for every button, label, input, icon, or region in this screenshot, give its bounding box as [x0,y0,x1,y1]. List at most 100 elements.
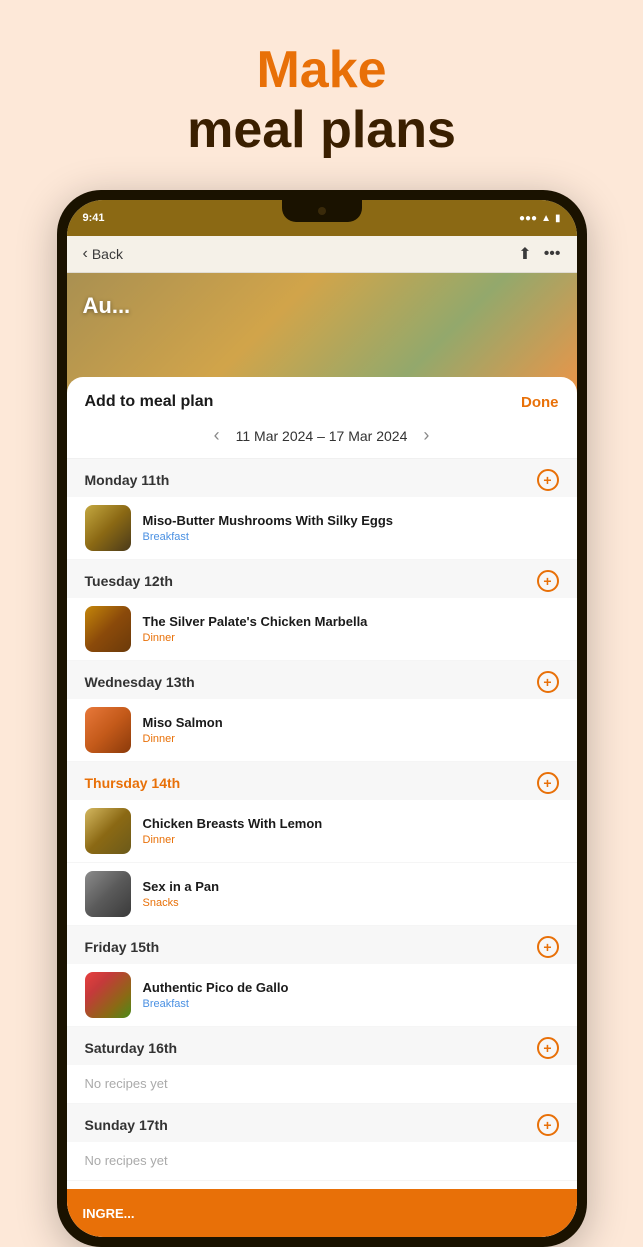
recipe-name: Miso-Butter Mushrooms With Silky Eggs [143,513,559,530]
more-icon[interactable]: ••• [544,245,561,263]
bg-recipe-image [67,273,577,393]
add-recipe-button[interactable]: + [537,936,559,958]
day-name: Sunday 17th [85,1117,168,1133]
recipe-image [85,606,131,652]
meal-plan-modal: Add to meal plan Done ‹ 11 Mar 2024 – 17… [67,377,577,1189]
prev-week-button[interactable]: ‹ [214,425,220,446]
share-icon[interactable]: ⬆ [518,244,531,264]
add-recipe-button[interactable]: + [537,671,559,693]
background-content: Au... Add to meal plan Done ‹ 11 Mar 202… [67,273,577,1237]
recipe-item[interactable]: The Silver Palate's Chicken MarbellaDinn… [67,598,577,661]
day-header: Wednesday 13th + [67,661,577,699]
day-section: Sunday 17th + No recipes yet [67,1104,577,1181]
day-name: Saturday 16th [85,1040,178,1056]
nav-actions: ⬆ ••• [518,244,560,264]
done-button[interactable]: Done [521,394,559,411]
bg-recipe-title: Au... [83,293,131,319]
device-frame: 9:41 ●●● ▲ ▮ ‹ Back ⬆ ••• [57,190,587,1247]
recipe-thumb [85,505,131,551]
modal-header: Add to meal plan Done [67,377,577,419]
hero-line1: Make [187,40,456,100]
add-recipe-button[interactable]: + [537,1037,559,1059]
recipe-category: Breakfast [143,998,559,1010]
notch-camera [318,207,326,215]
add-recipe-button[interactable]: + [537,772,559,794]
status-bar: 9:41 ●●● ▲ ▮ [67,200,577,236]
status-icons: ●●● ▲ ▮ [519,213,561,224]
bg-recipe-area: Au... [67,273,577,393]
recipe-image [85,707,131,753]
recipe-image [85,972,131,1018]
recipe-image [85,808,131,854]
recipe-category: Breakfast [143,531,559,543]
recipe-name: The Silver Palate's Chicken Marbella [143,614,559,631]
next-week-button[interactable]: › [423,425,429,446]
recipe-name: Chicken Breasts With Lemon [143,816,559,833]
day-name: Thursday 14th [85,775,181,791]
recipe-name: Authentic Pico de Gallo [143,980,559,997]
status-time: 9:41 [83,212,105,224]
recipe-info: Sex in a PanSnacks [143,879,559,910]
recipe-category: Dinner [143,632,559,644]
recipe-thumb [85,808,131,854]
recipe-thumb [85,972,131,1018]
day-section: Friday 15th + Authentic Pico de GalloBreak… [67,926,577,1027]
hero-line2: meal plans [187,100,456,160]
recipe-category: Dinner [143,733,559,745]
battery-icon: ▮ [555,213,561,224]
day-header: Tuesday 12th + [67,560,577,598]
day-section: Thursday 14th + Chicken Breasts With Lemon… [67,762,577,926]
empty-text: No recipes yet [85,1153,168,1168]
recipe-item[interactable]: Authentic Pico de GalloBreakfast [67,964,577,1027]
notch [282,200,362,222]
day-section: Monday 11th + Miso-Butter Mushrooms With S… [67,459,577,560]
day-section: Tuesday 12th + The Silver Palate's Chicken… [67,560,577,661]
recipe-item[interactable]: Miso-Butter Mushrooms With Silky EggsBre… [67,497,577,560]
recipe-item[interactable]: Miso SalmonDinner [67,699,577,762]
recipe-info: Chicken Breasts With LemonDinner [143,816,559,847]
back-button[interactable]: ‹ Back [83,245,123,263]
wifi-icon: ▲ [541,213,551,224]
recipe-info: Miso-Butter Mushrooms With Silky EggsBre… [143,513,559,544]
recipe-thumb [85,871,131,917]
day-name: Monday 11th [85,472,170,488]
day-header: Monday 11th + [67,459,577,497]
week-nav: ‹ 11 Mar 2024 – 17 Mar 2024 › [67,419,577,459]
day-section: Saturday 16th + No recipes yet [67,1027,577,1104]
modal-title: Add to meal plan [85,393,214,411]
day-name: Tuesday 12th [85,573,173,589]
bottom-label: INGRE... [83,1206,135,1221]
recipe-name: Miso Salmon [143,715,559,732]
recipe-image [85,871,131,917]
recipe-item[interactable]: Sex in a PanSnacks [67,863,577,926]
bottom-bar: INGRE... [67,1189,577,1237]
hero-section: Make meal plans [187,40,456,160]
day-header: Friday 15th + [67,926,577,964]
day-name: Friday 15th [85,939,160,955]
recipe-item[interactable]: Chicken Breasts With LemonDinner [67,800,577,863]
empty-day: No recipes yet [67,1142,577,1181]
recipe-image [85,505,131,551]
signal-icon: ●●● [519,213,537,224]
device-screen: 9:41 ●●● ▲ ▮ ‹ Back ⬆ ••• [67,200,577,1237]
recipe-category: Dinner [143,834,559,846]
day-header: Sunday 17th + [67,1104,577,1142]
day-header: Thursday 14th + [67,762,577,800]
recipe-info: Miso SalmonDinner [143,715,559,746]
add-recipe-button[interactable]: + [537,469,559,491]
add-recipe-button[interactable]: + [537,570,559,592]
recipe-name: Sex in a Pan [143,879,559,896]
days-list: Monday 11th + Miso-Butter Mushrooms With S… [67,459,577,1181]
nav-bar: ‹ Back ⬆ ••• [67,236,577,273]
recipe-category: Snacks [143,897,559,909]
week-label: 11 Mar 2024 – 17 Mar 2024 [236,428,408,444]
add-recipe-button[interactable]: + [537,1114,559,1136]
recipe-info: The Silver Palate's Chicken MarbellaDinn… [143,614,559,645]
back-label: Back [92,246,123,262]
day-name: Wednesday 13th [85,674,195,690]
recipe-info: Authentic Pico de GalloBreakfast [143,980,559,1011]
day-section: Wednesday 13th + Miso SalmonDinner [67,661,577,762]
recipe-thumb [85,707,131,753]
empty-text: No recipes yet [85,1076,168,1091]
back-arrow-icon: ‹ [83,245,88,263]
